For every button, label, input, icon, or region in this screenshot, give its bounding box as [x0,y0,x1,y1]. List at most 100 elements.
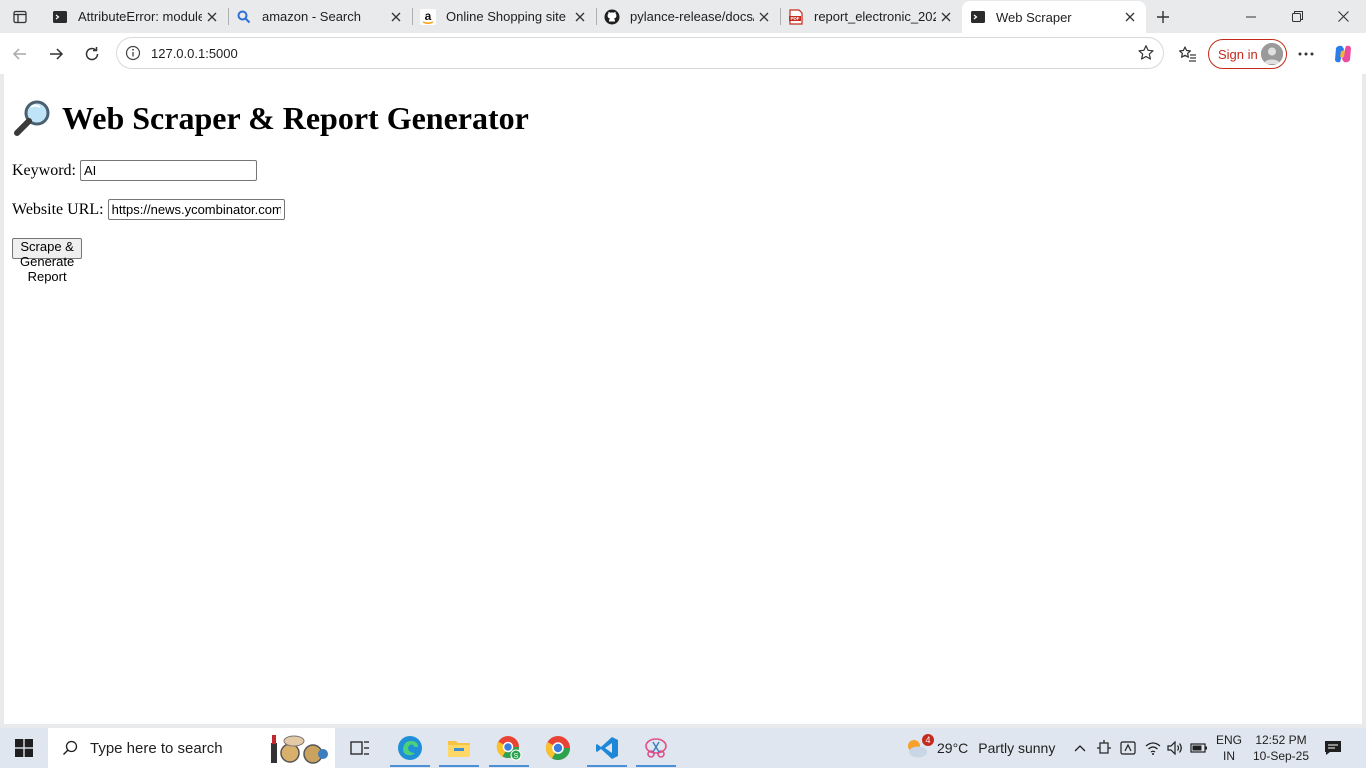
chrome-icon [545,736,570,761]
weather-description: Partly sunny [978,740,1056,756]
address-bar[interactable]: 127.0.0.1:5000 [116,37,1164,69]
favorites-button[interactable] [1173,39,1203,69]
weather-widget[interactable]: 4 29°C Partly sunny [904,728,1055,768]
chrome-profile-icon: S [496,736,522,761]
weather-partly-sunny-icon: 4 [904,734,934,760]
minimize-button[interactable] [1228,0,1274,33]
avatar-icon [1261,43,1283,65]
taskbar-app-snipping-tool[interactable] [632,728,680,768]
github-icon [604,9,620,25]
chevron-up-icon [1074,745,1086,752]
active-app-indicator [587,765,627,767]
close-tab-icon[interactable] [202,7,222,27]
show-hidden-icons-button[interactable] [1070,728,1090,768]
tab-title: pylance-release/docs/c [630,9,754,24]
magnifying-glass-icon [14,100,50,136]
volume-button[interactable] [1164,728,1186,768]
page-heading: Web Scraper & Report Generator [12,98,529,138]
weather-badge: 4 [922,734,934,746]
restore-button[interactable] [1274,0,1320,33]
close-tab-icon[interactable] [386,7,406,27]
start-button[interactable] [0,728,48,768]
taskbar-clock[interactable]: 12:52 PM 10-Sep-25 [1250,732,1312,764]
website-url-input[interactable] [107,199,285,220]
tray-app-button[interactable] [1118,728,1138,768]
minimize-icon [1246,16,1256,17]
file-explorer-icon [448,741,470,757]
web-page: Web Scraper & Report Generator Keyword: … [4,74,1362,724]
vscode-icon [596,737,618,759]
terminal-icon [970,9,986,25]
taskbar-app-file-explorer[interactable] [435,728,483,768]
forward-arrow-icon [50,48,64,60]
sign-in-button[interactable]: Sign in [1208,39,1287,69]
search-icon [236,9,252,25]
keyword-input[interactable] [79,160,257,181]
network-button[interactable] [1142,728,1164,768]
browser-toolbar: 127.0.0.1:5000 Sign in [0,33,1366,74]
snipping-tool-icon [645,738,667,758]
notifications-button[interactable] [1318,728,1348,768]
copilot-icon [1335,45,1351,63]
svg-text:a: a [425,9,432,23]
sign-in-label: Sign in [1218,46,1258,62]
speaker-icon [1167,741,1182,755]
tab-pylance-release[interactable]: pylance-release/docs/c [596,0,781,33]
settings-more-button[interactable] [1291,39,1321,69]
active-app-indicator [489,765,529,767]
weather-temperature: 29°C [937,740,969,756]
notification-icon [1325,741,1341,755]
tab-attributeerror[interactable]: AttributeError: module [44,0,229,33]
tab-title: Web Scraper [996,9,1072,25]
clock-date: 10-Sep-25 [1252,749,1310,763]
keyword-row: Keyword: [12,160,257,181]
copilot-button[interactable] [1328,39,1358,69]
close-tab-icon[interactable] [570,7,590,27]
website-url-label: Website URL: [12,200,104,218]
tab-web-scraper[interactable]: Web Scraper [962,1,1146,33]
close-tab-icon[interactable] [1120,7,1140,27]
tab-title: Online Shopping site in [446,9,570,24]
svg-text:S: S [514,753,519,760]
close-icon [1337,11,1349,22]
language-indicator[interactable]: ENG IN [1212,732,1246,764]
tab-amazon-search[interactable]: amazon - Search [228,0,413,33]
taskbar-app-edge[interactable] [386,728,434,768]
tab-title: AttributeError: module [78,9,202,24]
task-view-icon [350,741,369,755]
close-window-button[interactable] [1320,0,1366,33]
forward-button[interactable] [41,39,71,69]
region-code: IN [1223,749,1235,763]
plus-icon [1157,11,1169,23]
site-info-icon[interactable] [125,45,141,61]
wifi-icon [1145,742,1161,755]
search-placeholder: Type here to search [90,739,223,757]
close-tab-icon[interactable] [936,7,956,27]
edge-icon [398,736,422,760]
taskbar-app-chrome[interactable] [534,728,582,768]
back-arrow-icon [12,48,26,60]
back-button[interactable] [5,39,35,69]
taskbar-app-chrome-profile[interactable]: S [485,728,533,768]
favorite-star-icon[interactable] [1137,44,1155,62]
taskbar-search-box[interactable]: Type here to search [48,728,335,768]
refresh-button[interactable] [77,39,107,69]
battery-button[interactable] [1188,728,1210,768]
tab-title: report_electronic_2025 [814,9,936,24]
taskbar-app-vscode[interactable] [583,728,631,768]
new-tab-button[interactable] [1150,4,1176,30]
tray-device-button[interactable] [1094,728,1114,768]
keyword-label: Keyword: [12,161,76,179]
tab-title: amazon - Search [262,9,361,24]
tab-actions-button[interactable] [4,4,36,30]
task-view-button[interactable] [336,728,384,768]
active-app-indicator [636,765,676,767]
close-tab-icon[interactable] [754,7,774,27]
language-code: ENG [1215,733,1242,747]
terminal-icon [52,9,68,25]
tab-online-shopping[interactable]: a Online Shopping site in [412,0,597,33]
restore-icon [1291,11,1303,22]
scrape-generate-button[interactable]: Scrape & Generate Report [12,238,83,284]
tab-report-electronic[interactable]: PDF report_electronic_2025 [780,0,962,33]
address-text: 127.0.0.1:5000 [151,46,238,61]
